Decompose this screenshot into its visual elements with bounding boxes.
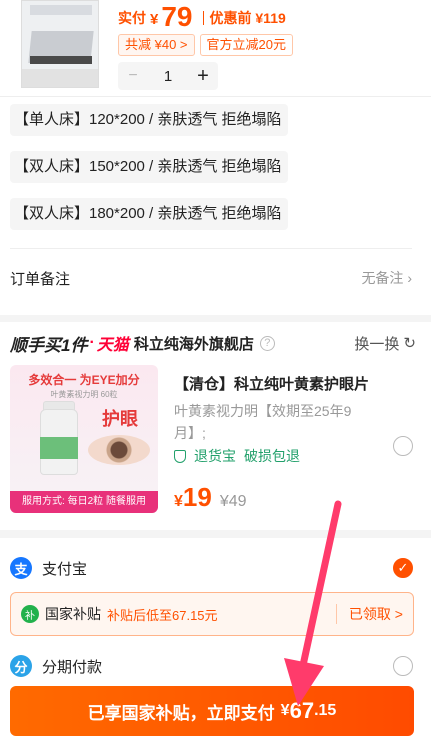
recommend-header: 顺手买1件 · 天猫 科立纯海外旗舰店 ? 换一换 ↻ — [10, 330, 416, 356]
return-badge: 退货宝 — [194, 448, 236, 464]
swap-label: 换一换 — [354, 335, 400, 353]
spec-option[interactable]: 【双人床】180*200 / 亲肤透气 拒绝塌陷 — [10, 198, 288, 230]
payment-card: 支 支付宝 ✓ 补 国家补贴 补贴后低至67.15元 已领取 > 分 分期付款 … — [0, 538, 431, 752]
increase-button[interactable]: + — [188, 62, 218, 90]
price-row: 实付 ¥ 79 优惠前 ¥119 — [118, 2, 286, 32]
image-footer: 服用方式: 每日2粒 随餐服用 — [10, 491, 158, 513]
alipay-icon: 支 — [10, 557, 32, 579]
price-currency: ¥ — [174, 493, 183, 510]
eye-icon — [88, 435, 150, 465]
official-discount-tag: 官方立减20元 — [199, 34, 293, 56]
tmall-logo: 天猫 — [96, 337, 129, 354]
installment-label: 分期付款 — [42, 658, 103, 676]
price-separator — [202, 11, 204, 25]
spec-option[interactable]: 【单人床】120*200 / 亲肤透气 拒绝塌陷 — [10, 104, 288, 136]
damage-badge: 破损包退 — [244, 448, 300, 464]
pay-button-amount: 67 — [289, 698, 315, 723]
image-headline: 多效合一 为EYE加分 — [28, 373, 140, 387]
add-on-recommendation-card: 顺手买1件 · 天猫 科立纯海外旗舰店 ? 换一换 ↻ 多效合一 为EYE加分 … — [0, 322, 431, 530]
total-discount-tag[interactable]: 共减 ¥40 > — [118, 34, 195, 56]
product-thumbnail[interactable] — [21, 0, 99, 88]
shield-icon — [174, 449, 186, 463]
recommend-product-image[interactable]: 多效合一 为EYE加分 叶黄素视力明 60粒 护眼 服用方式: 每日2粒 随餐服… — [10, 365, 158, 513]
subsidy-icon: 补 — [21, 605, 39, 623]
actual-price: 79 — [161, 1, 193, 32]
order-remark-label: 订单备注 — [10, 270, 71, 288]
logo-dot: · — [89, 334, 95, 351]
pay-button-decimals: .15 — [314, 702, 337, 719]
divider — [0, 96, 431, 97]
add-on-select-radio[interactable] — [393, 436, 413, 456]
recommend-original-price: ¥49 — [219, 493, 247, 510]
image-subtitle: 叶黄素视力明 60粒 — [50, 390, 118, 399]
shop-name[interactable]: 科立纯海外旗舰店 — [134, 333, 254, 354]
installment-row[interactable]: 分 分期付款 — [10, 652, 416, 680]
installment-icon: 分 — [10, 655, 32, 677]
subsidy-desc: 补贴后低至67.15元 — [107, 607, 218, 623]
thumb-mattress-base — [30, 56, 92, 64]
order-remark-row[interactable]: 订单备注 无备注 › — [10, 258, 412, 298]
subsidy-name: 国家补贴 — [45, 606, 101, 622]
subsidy-claimed-button[interactable]: 已领取 > — [335, 604, 403, 624]
swap-button[interactable]: 换一换 ↻ — [354, 333, 416, 354]
thumb-floor — [22, 69, 98, 87]
spec-option[interactable]: 【双人床】150*200 / 亲肤透气 拒绝塌陷 — [10, 151, 288, 183]
recommend-product-desc: 叶黄素视力明【效期至25年9月】; — [174, 403, 352, 441]
alipay-radio[interactable]: ✓ — [393, 558, 413, 578]
national-subsidy-banner[interactable]: 补 国家补贴 补贴后低至67.15元 已领取 > — [10, 592, 414, 636]
pre-discount-price: 优惠前 ¥119 — [209, 10, 286, 26]
divider — [10, 248, 412, 249]
alipay-row[interactable]: 支 支付宝 — [10, 554, 416, 582]
alipay-label: 支付宝 — [42, 560, 88, 578]
image-eye-text: 护眼 — [102, 409, 138, 429]
discount-tags: 共减 ¥40 > 官方立减20元 — [118, 34, 293, 56]
order-remark-value: 无备注 › — [361, 270, 412, 286]
order-item-card: 实付 ¥ 79 优惠前 ¥119 共减 ¥40 > 官方立减20元 − 1 + … — [0, 0, 431, 315]
help-icon[interactable]: ? — [259, 335, 275, 351]
installment-radio[interactable] — [393, 656, 413, 676]
pay-now-button[interactable]: 已享国家补贴，立即支付 ¥ 67 .15 — [10, 686, 414, 736]
recommend-price: ¥ 19 ¥49 — [174, 482, 247, 513]
quantity-value[interactable]: 1 — [148, 62, 188, 90]
actual-pay-label: 实付 — [118, 10, 146, 26]
pay-button-text: 已享国家补贴，立即支付 — [87, 703, 275, 723]
currency-symbol: ¥ — [150, 11, 159, 28]
recommend-product-title[interactable]: 【清仓】科立纯叶黄素护眼片 — [174, 373, 369, 394]
decrease-button[interactable]: − — [118, 62, 148, 90]
refresh-icon: ↻ — [403, 335, 416, 352]
pay-button-currency: ¥ — [280, 702, 290, 719]
recommend-current-price: 19 — [182, 482, 212, 512]
thumb-sign — [30, 5, 92, 15]
quantity-stepper: − 1 + — [118, 62, 218, 90]
bottle-label — [40, 437, 78, 459]
buy-one-more-logo: 顺手买1件 — [10, 335, 88, 355]
service-badges: 退货宝 破损包退 — [174, 446, 300, 466]
